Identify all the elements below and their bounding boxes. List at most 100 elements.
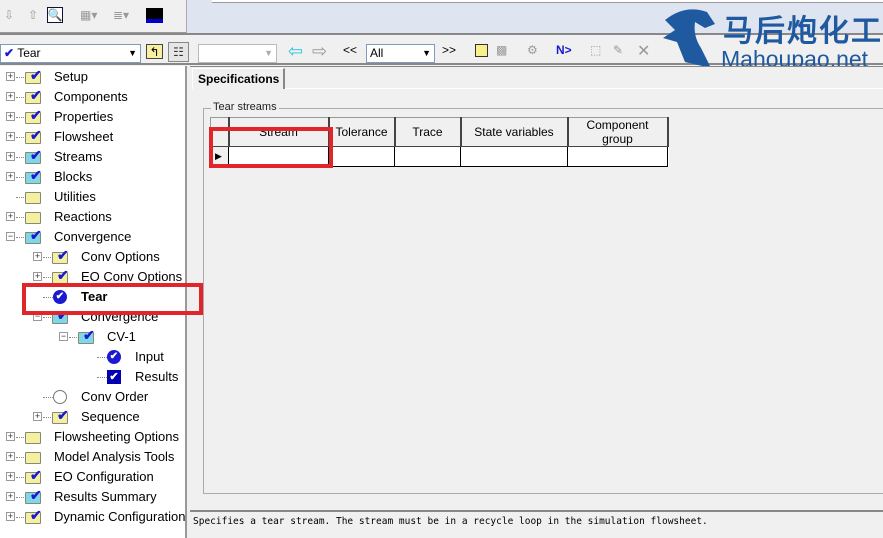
tree-item-label: EO Configuration [54, 469, 154, 484]
up-icon[interactable]: ⇧ [28, 8, 38, 22]
expand-icon[interactable]: + [6, 132, 15, 141]
previous-button[interactable]: << [343, 43, 357, 57]
check-icon: ✔ [30, 167, 42, 183]
tree-item-label: Flowsheeting Options [54, 429, 180, 444]
tree-item[interactable]: + Reactions [0, 207, 186, 227]
check-icon: ✔ [57, 407, 69, 423]
tree-connector [97, 377, 107, 378]
display-icon[interactable] [146, 8, 163, 23]
folder-icon [25, 212, 41, 224]
tree-item[interactable]: + ✔ Components [0, 87, 186, 107]
note-icon[interactable] [475, 44, 488, 57]
expand-icon[interactable]: + [6, 492, 15, 501]
folder-icon [25, 452, 41, 464]
expand-icon[interactable]: + [33, 252, 42, 261]
group-label: Tear streams [211, 101, 279, 113]
form-combo[interactable]: ▼ [198, 44, 277, 63]
column-header[interactable]: State variables [460, 117, 569, 147]
tree-item-label: CV-1 [107, 329, 136, 344]
state-variables-cell[interactable] [460, 146, 568, 167]
check-icon: ✔ [30, 147, 42, 163]
component-group-cell[interactable] [567, 146, 668, 167]
tree-item-label: Streams [54, 149, 103, 164]
nav-combo[interactable]: ✔ Tear ▼ [0, 44, 141, 63]
tree-item-label: Blocks [54, 169, 93, 184]
tree-item-label: Model Analysis Tools [54, 449, 175, 464]
tolerance-cell[interactable] [328, 146, 395, 167]
expand-icon[interactable]: + [6, 512, 15, 521]
zoom-window-icon[interactable]: 🔍 [47, 7, 63, 23]
tree-item[interactable]: ✔ Input [0, 347, 186, 367]
column-header[interactable]: Tolerance [328, 117, 396, 147]
tree-item[interactable]: + ✔ Flowsheet [0, 127, 186, 147]
back-icon[interactable]: ⇩ [4, 8, 14, 22]
collapse-icon[interactable]: − [6, 232, 15, 241]
highlight-box-stream [209, 127, 333, 168]
expand-icon[interactable]: + [6, 212, 15, 221]
tree-item[interactable]: + ✔ Properties [0, 107, 186, 127]
next-input-button[interactable]: N> [556, 43, 572, 57]
tree-toggle-icon[interactable]: ☷ [168, 42, 189, 62]
chevron-down-icon: ▼ [128, 48, 137, 58]
horse-logo-icon [663, 9, 715, 69]
tree-item[interactable]: + ✔ Dynamic Configuration [0, 507, 186, 527]
tree-item[interactable]: + ✔ Results Summary [0, 487, 186, 507]
trace-cell[interactable] [394, 146, 461, 167]
tree-connector [97, 357, 107, 358]
expand-icon[interactable]: + [6, 172, 15, 181]
tree-item-label: Dynamic Configuration [54, 509, 186, 524]
tree-item-label: Utilities [54, 189, 96, 204]
tree-item[interactable]: − ✔ CV-1 [0, 327, 186, 347]
arrow-left-icon[interactable]: ⇦ [288, 41, 303, 62]
check-icon: ✔ [57, 267, 69, 283]
tree-item[interactable]: + ✔ Setup [0, 67, 186, 87]
toolbar-left: ⇩ ⇧ 🔍 ▦▾ ≣▾ [0, 0, 187, 33]
tree-item[interactable]: − ✔ Convergence [0, 227, 186, 247]
next-button[interactable]: >> [442, 43, 456, 57]
delete-icon[interactable]: ✕ [637, 41, 650, 61]
tree-item[interactable]: + ✔ EO Configuration [0, 467, 186, 487]
circle-check-icon: ✔ [107, 350, 121, 364]
expand-icon[interactable]: + [6, 152, 15, 161]
edit-icon[interactable]: ≣▾ [113, 8, 129, 22]
tree-item[interactable]: + Model Analysis Tools [0, 447, 186, 467]
tree-item[interactable]: Conv Order [0, 387, 186, 407]
pencil-icon[interactable]: ✎ [613, 43, 623, 57]
arrow-right-icon[interactable]: ⇨ [312, 41, 327, 62]
tree-item[interactable]: + Flowsheeting Options [0, 427, 186, 447]
expand-icon[interactable]: + [33, 412, 42, 421]
new-icon[interactable]: ⬚ [590, 43, 601, 57]
tree-item-label: Conv Options [81, 249, 160, 264]
check-icon: ✔ [30, 487, 42, 503]
folder-icon [25, 192, 41, 204]
folder-up-icon[interactable]: ↰ [146, 44, 163, 59]
expand-icon[interactable]: + [6, 472, 15, 481]
watermark: 马后炮化工 Mahoupao.net [655, 2, 883, 74]
column-header[interactable]: Component group [567, 117, 669, 147]
check-icon: ✔ [83, 327, 95, 343]
tree-item[interactable]: Utilities [0, 187, 186, 207]
expand-icon[interactable]: + [6, 432, 15, 441]
tree-item[interactable]: + ✔ Sequence [0, 407, 186, 427]
status-icon[interactable]: ▩ [496, 43, 507, 57]
tree-item[interactable]: + ✔ Blocks [0, 167, 186, 187]
tab-specifications[interactable]: Specifications [192, 68, 285, 89]
expand-icon[interactable]: + [6, 72, 15, 81]
expand-icon[interactable]: + [6, 112, 15, 121]
gear-icon[interactable]: ⚙ [527, 43, 538, 57]
tree-item[interactable]: ✔ Results [0, 367, 186, 387]
tree-item[interactable]: + ✔ Conv Options [0, 247, 186, 267]
column-header[interactable]: Trace [394, 117, 462, 147]
tree-item-label: Results [135, 369, 179, 384]
expand-icon[interactable]: + [33, 272, 42, 281]
expand-icon[interactable]: + [6, 92, 15, 101]
tree-item[interactable]: + ✔ Streams [0, 147, 186, 167]
collapse-icon[interactable]: − [59, 332, 68, 341]
layout-icon[interactable]: ▦▾ [80, 8, 97, 22]
tree-item-label: Input [135, 349, 164, 364]
status-bar: Specifies a tear stream. The stream must… [190, 510, 883, 538]
expand-icon[interactable]: + [6, 452, 15, 461]
check-icon: ✔ [30, 507, 42, 523]
check-icon: ✔ [30, 87, 42, 103]
all-combo[interactable]: All ▼ [366, 44, 435, 63]
